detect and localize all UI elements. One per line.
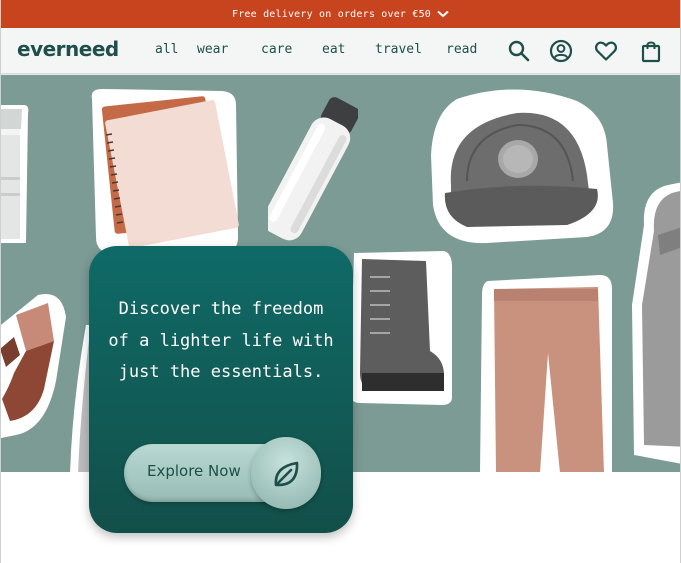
- hero-headline: Discover the freedom of a lighter life w…: [108, 299, 334, 382]
- explore-now-button[interactable]: Explore Now: [124, 437, 321, 509]
- nav-link-eat[interactable]: eat: [322, 42, 345, 57]
- cap-image: [431, 89, 614, 244]
- shopping-bag-icon[interactable]: [639, 39, 663, 63]
- site-header: everneed all wear care eat travel read: [0, 28, 681, 74]
- nav-link-all[interactable]: all: [155, 42, 178, 57]
- trousers-image: [480, 275, 612, 472]
- socks-image: [0, 294, 66, 439]
- nav-link-read[interactable]: read: [446, 42, 477, 57]
- notebook-image: [91, 89, 239, 253]
- promo-bar[interactable]: Free delivery on orders over €50: [0, 0, 681, 28]
- heart-icon[interactable]: [594, 39, 618, 63]
- nav-link-care[interactable]: care: [261, 42, 292, 57]
- jacket-image: [632, 182, 681, 464]
- brand-logo[interactable]: everneed: [17, 37, 119, 61]
- explore-now-label: Explore Now: [147, 462, 241, 480]
- boot-image: [350, 251, 452, 405]
- search-icon[interactable]: [507, 39, 531, 63]
- hero-cta-card: Discover the freedom of a lighter life w…: [89, 246, 353, 533]
- travel-cup-image: [0, 105, 29, 243]
- leaf-icon: [274, 461, 299, 487]
- nav-link-wear[interactable]: wear: [197, 42, 228, 57]
- water-bottle-image: [268, 97, 358, 241]
- user-circle-icon[interactable]: [549, 39, 573, 63]
- cta-knob[interactable]: [251, 437, 321, 509]
- nav-link-travel[interactable]: travel: [375, 42, 422, 57]
- chevron-down-icon[interactable]: [437, 10, 449, 18]
- promo-text: Free delivery on orders over €50: [231, 8, 432, 20]
